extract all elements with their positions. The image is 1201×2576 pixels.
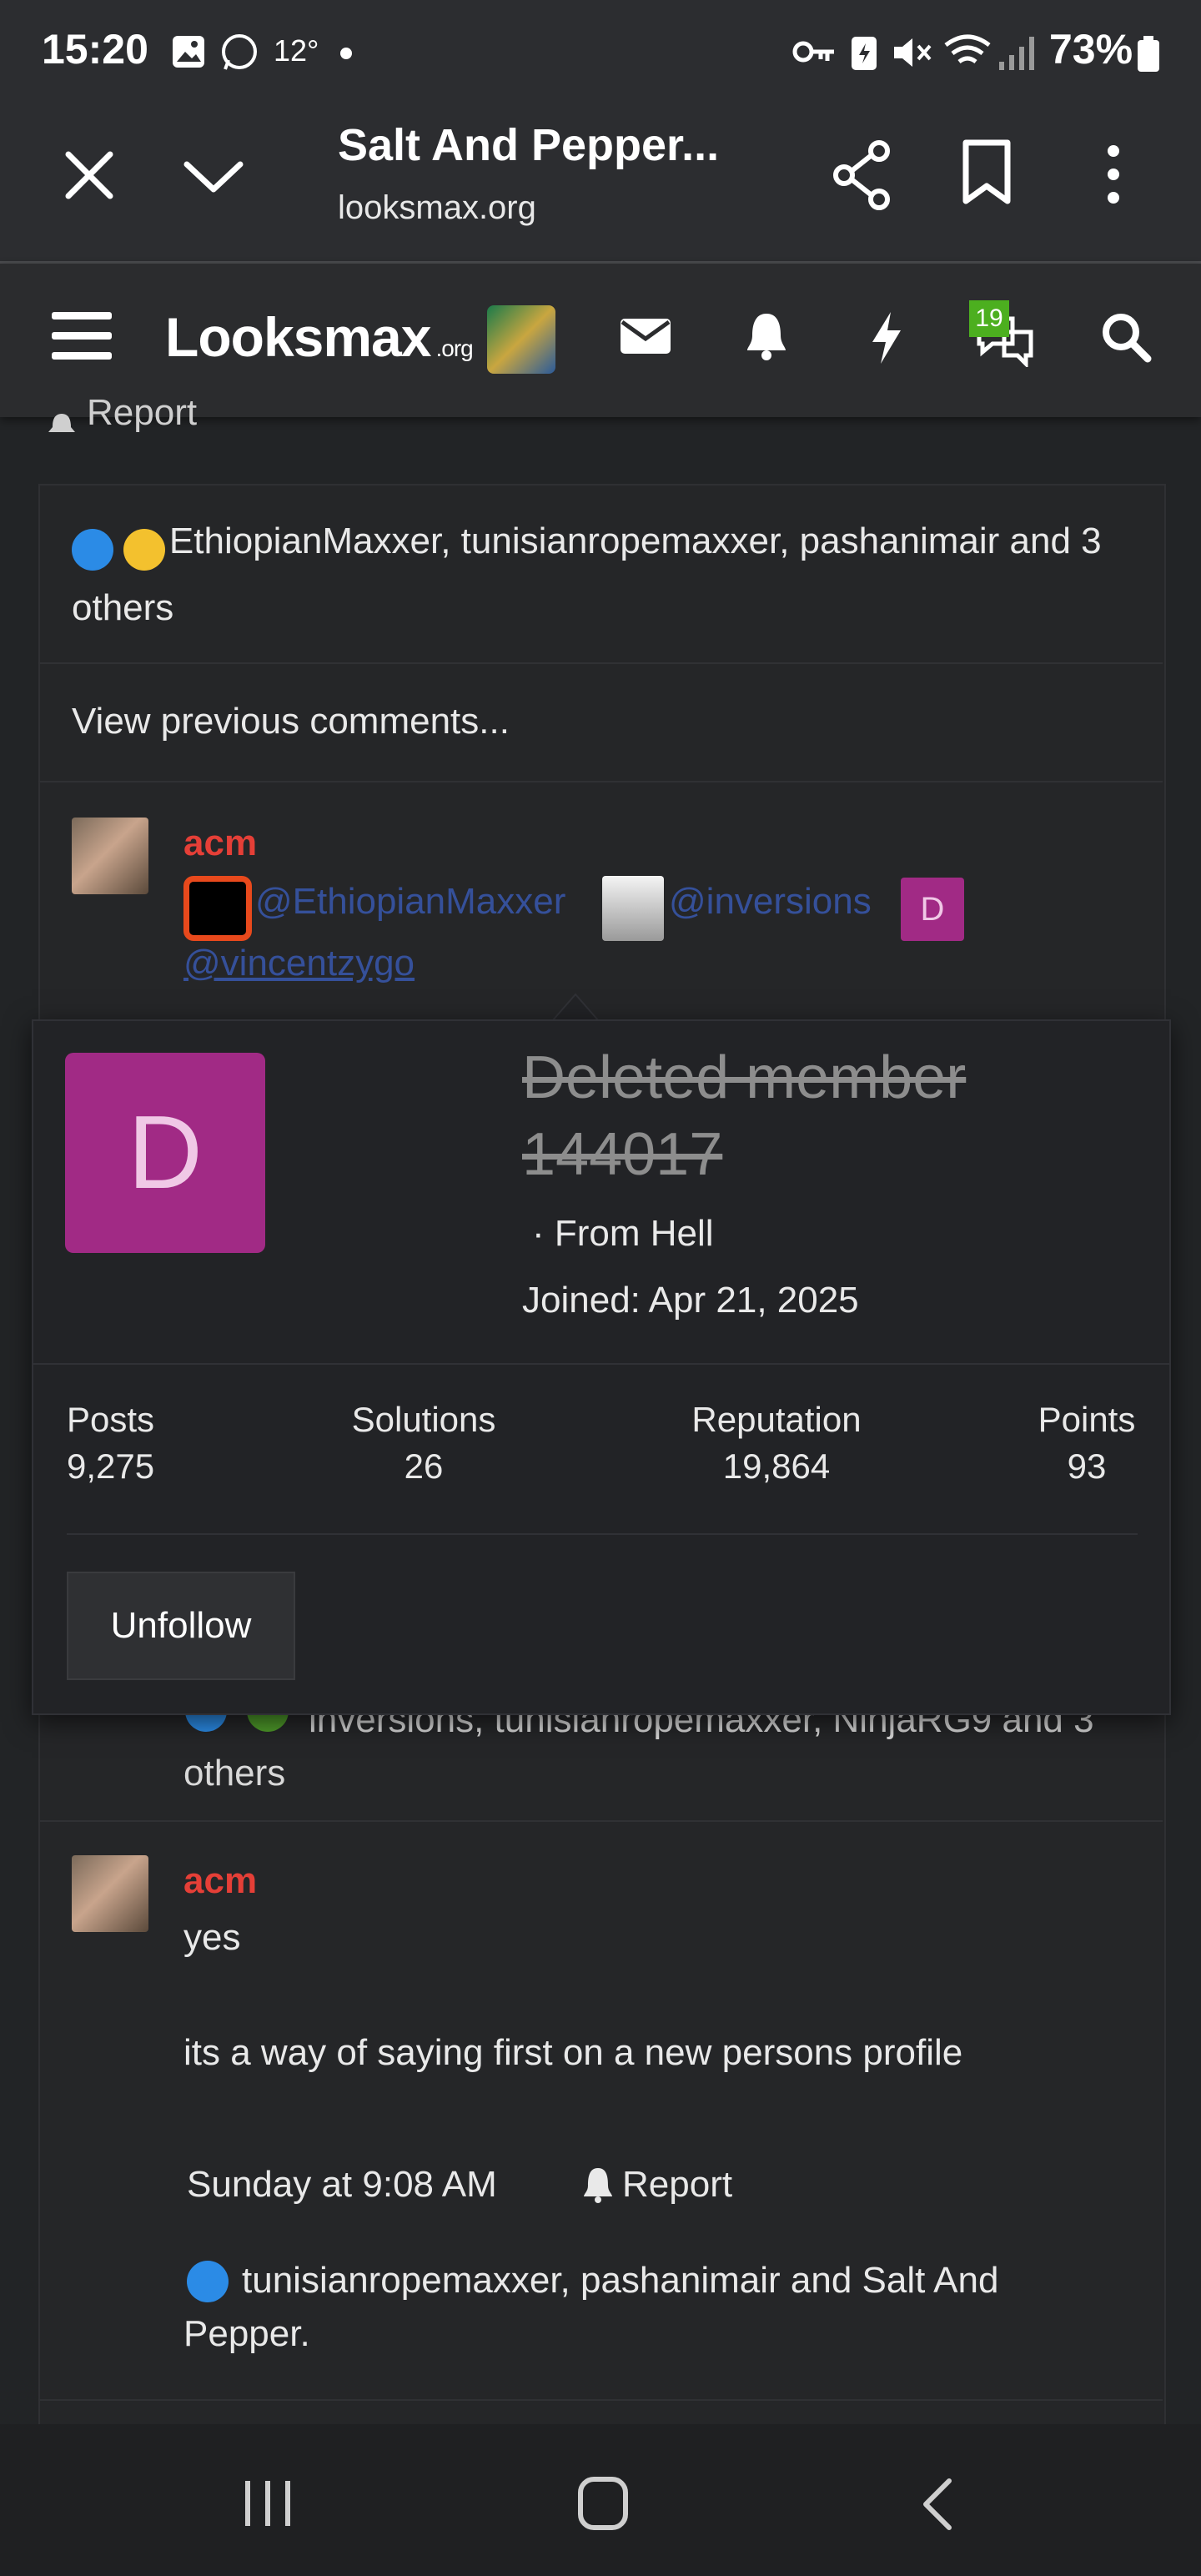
android-navigation-bar xyxy=(0,2424,1201,2576)
status-bar: 15:20 12° 73% xyxy=(0,0,1201,104)
divider xyxy=(33,1363,1169,1365)
comment-timestamp[interactable]: Sunday at 9:08 AM xyxy=(187,2164,497,2206)
stat-value: 93 xyxy=(1067,1446,1107,1486)
mention-inversions[interactable]: @inversions xyxy=(669,881,872,923)
battery-saver-icon xyxy=(852,37,877,70)
comment-author-avatar[interactable] xyxy=(72,1855,148,1932)
comment-author-avatar[interactable] xyxy=(72,818,148,894)
page-title: Salt And Pepper... xyxy=(338,120,720,170)
member-joined: Joined: Apr 21, 2025 xyxy=(522,1280,859,1321)
mention-ethiopianmaxxer[interactable]: @EthiopianMaxxer xyxy=(255,881,565,923)
bell-icon xyxy=(584,2168,612,2203)
report-icon xyxy=(48,414,75,432)
mention-avatar-inversions xyxy=(602,876,664,941)
top-reactions-text: EthiopianMaxxer, tunisianropemaxxer, pas… xyxy=(72,521,1102,628)
stat-points[interactable]: Points 93 xyxy=(1024,1400,1149,1487)
member-tooltip: D Deleted member 144017 · From Hell Join… xyxy=(32,1019,1171,1715)
mention-avatar-deleted: D xyxy=(901,878,964,941)
bolt-icon[interactable] xyxy=(867,310,906,365)
laugh-reaction-icon xyxy=(123,528,166,571)
peek-report-link[interactable]: Report xyxy=(87,392,197,434)
top-reactions[interactable]: EthiopianMaxxer, tunisianropemaxxer, pas… xyxy=(72,512,1148,646)
search-icon[interactable] xyxy=(1099,310,1153,364)
report-link[interactable]: Report xyxy=(622,2164,732,2206)
comment-text-line: yes xyxy=(183,1917,241,1958)
user-avatar[interactable] xyxy=(487,305,555,374)
wifi-icon xyxy=(944,34,991,64)
mention-vincentzygo[interactable]: @vincentzygo xyxy=(183,943,415,984)
back-icon[interactable] xyxy=(919,2478,956,2531)
menu-icon[interactable] xyxy=(50,309,113,364)
gallery-icon xyxy=(173,36,204,68)
member-name[interactable]: Deleted member 144017 xyxy=(522,1039,1056,1193)
stat-solutions[interactable]: Solutions 26 xyxy=(340,1400,507,1487)
comment2-reactions-text[interactable]: tunisianropemaxxer, pashanimair and Salt… xyxy=(183,2254,1101,2361)
bookmark-icon[interactable] xyxy=(959,139,1014,206)
divider xyxy=(38,2399,1163,2401)
stat-posts[interactable]: Posts 9,275 xyxy=(67,1400,154,1487)
comment-author-name[interactable]: acm xyxy=(183,1860,257,1902)
bell-icon[interactable] xyxy=(744,310,789,362)
unfollow-button[interactable]: Unfollow xyxy=(67,1572,295,1680)
divider xyxy=(38,662,1163,664)
site-logo[interactable]: Looksmax .org xyxy=(165,305,474,369)
like-reaction-icon xyxy=(72,528,113,571)
divider xyxy=(67,1533,1138,1535)
comment-author-name[interactable]: acm xyxy=(183,823,257,864)
stat-label: Posts xyxy=(67,1400,155,1439)
messages-badge: 19 xyxy=(969,300,1009,337)
stat-value: 9,275 xyxy=(67,1446,155,1486)
stat-value: 19,864 xyxy=(722,1446,831,1486)
share-icon[interactable] xyxy=(831,139,894,211)
popup-pointer xyxy=(552,993,599,1021)
divider xyxy=(38,781,1163,782)
mute-icon xyxy=(894,38,932,67)
browser-toolbar: Salt And Pepper... looksmax.org xyxy=(0,104,1201,264)
battery-icon xyxy=(1138,36,1159,72)
status-temperature: 12° xyxy=(274,33,319,68)
page-url[interactable]: looksmax.org xyxy=(338,189,536,227)
stat-label: Points xyxy=(1038,1400,1136,1439)
mail-icon[interactable] xyxy=(619,315,672,357)
chevron-down-icon[interactable] xyxy=(182,156,245,198)
status-time: 15:20 xyxy=(42,26,148,73)
view-previous-comments-link[interactable]: View previous comments... xyxy=(72,701,510,742)
stat-label: Reputation xyxy=(691,1400,862,1439)
mention-avatar-ethiopianmaxxer xyxy=(183,876,252,941)
home-icon[interactable] xyxy=(577,2476,629,2531)
status-battery-percent: 73% xyxy=(1049,26,1133,73)
stat-label: Solutions xyxy=(351,1400,496,1439)
recent-apps-icon[interactable] xyxy=(242,2479,294,2528)
stat-value: 26 xyxy=(404,1446,444,1486)
more-icon[interactable] xyxy=(1099,143,1128,206)
signal-icon xyxy=(999,37,1034,70)
divider xyxy=(38,1820,1163,1822)
whatsapp-icon xyxy=(222,34,257,70)
member-avatar[interactable]: D xyxy=(65,1053,265,1253)
logo-suffix: .org xyxy=(435,335,473,361)
member-location: · From Hell xyxy=(532,1213,714,1254)
key-icon xyxy=(792,41,834,63)
dot-icon xyxy=(340,48,352,59)
comment-text-line: its a way of saying first on a new perso… xyxy=(183,2032,963,2073)
logo-text: Looksmax xyxy=(165,306,431,368)
close-icon[interactable] xyxy=(62,148,117,203)
stat-reputation[interactable]: Reputation 19,864 xyxy=(672,1400,881,1487)
